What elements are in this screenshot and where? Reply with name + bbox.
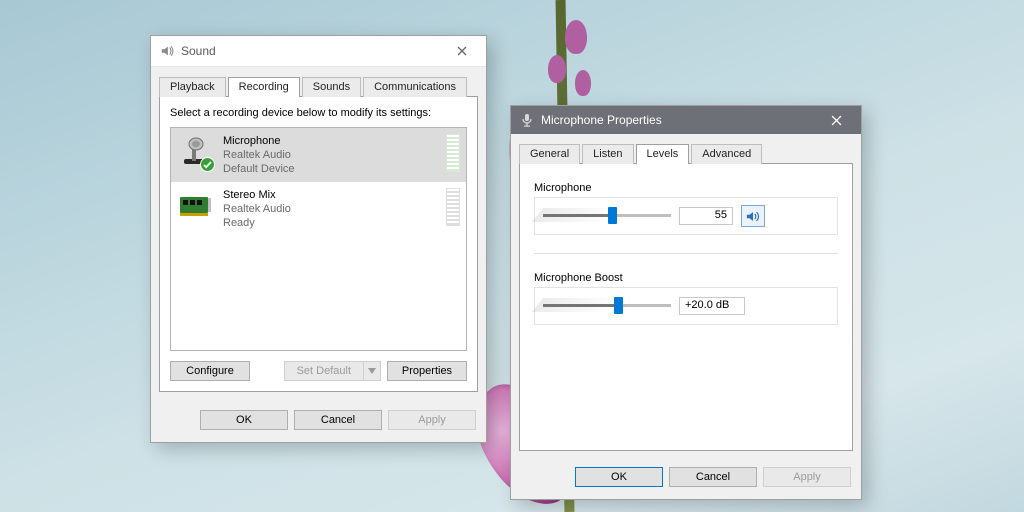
slider-thumb[interactable] xyxy=(608,207,617,224)
device-provider: Realtek Audio xyxy=(223,148,295,162)
speaker-icon xyxy=(746,210,760,223)
recording-tab-page: Select a recording device below to modif… xyxy=(159,96,478,392)
microphone-properties-window: Microphone Properties General Listen Lev… xyxy=(510,105,862,500)
sound-titlebar[interactable]: Sound xyxy=(151,36,486,67)
microphone-icon xyxy=(519,112,535,128)
tab-recording[interactable]: Recording xyxy=(228,77,300,97)
props-titlebar[interactable]: Microphone Properties xyxy=(511,106,861,134)
tab-advanced[interactable]: Advanced xyxy=(691,144,762,164)
ok-button[interactable]: OK xyxy=(575,467,663,487)
mute-button[interactable] xyxy=(741,205,765,227)
microphone-device-icon xyxy=(177,134,213,170)
set-default-button[interactable]: Set Default xyxy=(284,361,381,381)
slider-thumb[interactable] xyxy=(614,297,623,314)
level-meter xyxy=(446,188,460,226)
tab-levels[interactable]: Levels xyxy=(636,144,690,164)
tab-communications[interactable]: Communications xyxy=(363,77,467,97)
props-tabs: General Listen Levels Advanced xyxy=(511,134,861,164)
chevron-down-icon[interactable] xyxy=(363,361,381,381)
microphone-level-label: Microphone xyxy=(534,182,838,194)
tab-general[interactable]: General xyxy=(519,144,580,164)
levels-tab-page: Microphone 55 xyxy=(519,163,853,451)
wallpaper-bud xyxy=(575,70,591,96)
divider xyxy=(534,253,838,254)
tab-playback[interactable]: Playback xyxy=(159,77,226,97)
level-meter xyxy=(446,134,460,172)
microphone-boost-label: Microphone Boost xyxy=(534,272,838,284)
microphone-boost-slider[interactable] xyxy=(543,295,671,317)
device-microphone[interactable]: Microphone Realtek Audio Default Device xyxy=(171,128,466,182)
cancel-button[interactable]: Cancel xyxy=(669,467,757,487)
sound-title: Sound xyxy=(181,44,444,58)
wallpaper-bud xyxy=(565,20,587,54)
tab-sounds[interactable]: Sounds xyxy=(302,77,361,97)
microphone-level-group: Microphone 55 xyxy=(534,182,838,235)
speaker-icon xyxy=(159,43,175,59)
device-text: Stereo Mix Realtek Audio Ready xyxy=(223,188,291,230)
properties-button[interactable]: Properties xyxy=(387,361,467,381)
default-check-icon xyxy=(200,157,215,172)
recording-prompt: Select a recording device below to modif… xyxy=(170,107,467,119)
ok-button[interactable]: OK xyxy=(200,410,288,430)
sound-tabs: Playback Recording Sounds Communications xyxy=(151,67,486,97)
device-provider: Realtek Audio xyxy=(223,202,291,216)
wallpaper-bud xyxy=(548,55,566,83)
close-icon xyxy=(457,46,467,56)
apply-button[interactable]: Apply xyxy=(388,410,476,430)
microphone-boost-group: Microphone Boost +20.0 dB xyxy=(534,272,838,325)
microphone-level-slider[interactable] xyxy=(543,205,671,227)
close-icon xyxy=(831,115,842,126)
apply-button[interactable]: Apply xyxy=(763,467,851,487)
device-name: Stereo Mix xyxy=(223,188,291,202)
device-status: Ready xyxy=(223,216,291,230)
sound-window: Sound Playback Recording Sounds Communic… xyxy=(150,35,487,443)
device-status: Default Device xyxy=(223,162,295,176)
close-button[interactable] xyxy=(815,106,857,134)
soundcard-device-icon xyxy=(177,188,213,224)
recording-device-list[interactable]: Microphone Realtek Audio Default Device xyxy=(170,127,467,351)
microphone-boost-value[interactable]: +20.0 dB xyxy=(679,297,745,315)
device-stereo-mix[interactable]: Stereo Mix Realtek Audio Ready xyxy=(171,182,466,236)
cancel-button[interactable]: Cancel xyxy=(294,410,382,430)
props-title: Microphone Properties xyxy=(541,113,815,127)
close-button[interactable] xyxy=(444,40,480,62)
microphone-level-value[interactable]: 55 xyxy=(679,207,733,225)
configure-button[interactable]: Configure xyxy=(170,361,250,381)
tab-listen[interactable]: Listen xyxy=(582,144,633,164)
device-name: Microphone xyxy=(223,134,295,148)
device-text: Microphone Realtek Audio Default Device xyxy=(223,134,295,176)
